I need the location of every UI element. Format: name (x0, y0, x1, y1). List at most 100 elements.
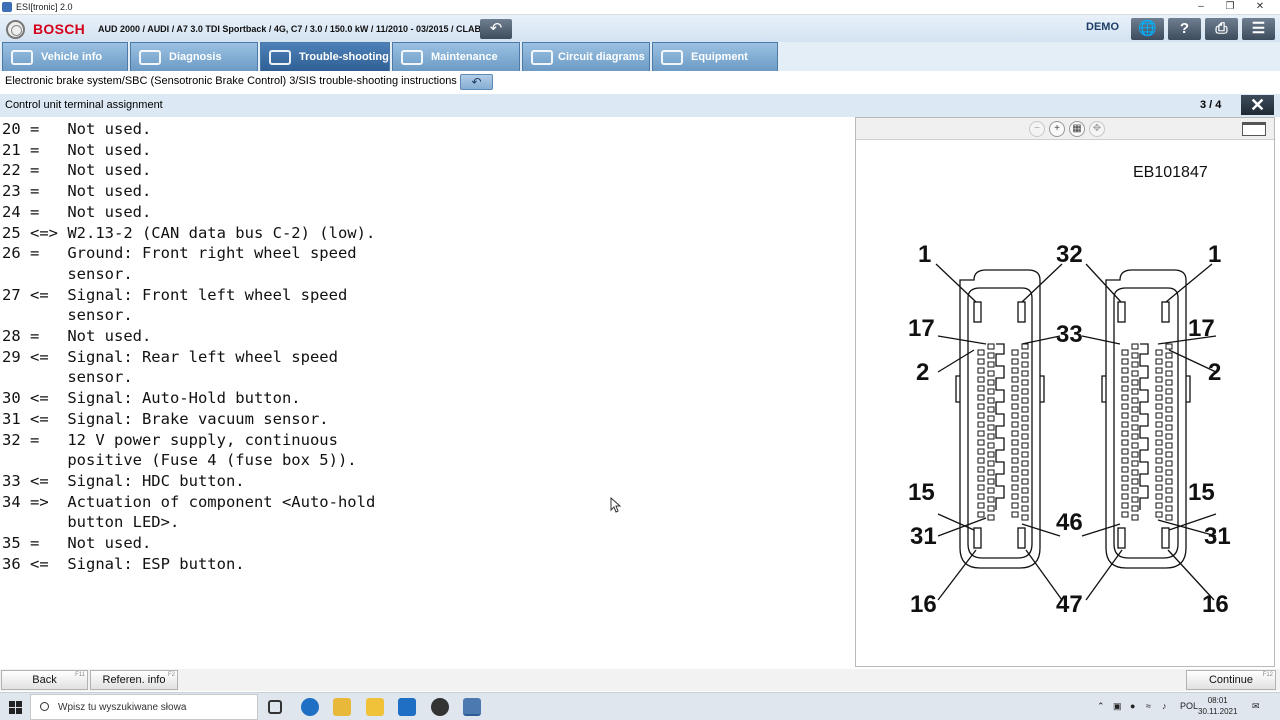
connector-pin (987, 469, 995, 476)
connector-pin (1121, 367, 1129, 374)
tab-equipment[interactable]: Equipment (652, 42, 778, 71)
connector-pin (1165, 451, 1173, 458)
close-window-icon[interactable]: ✕ (1246, 0, 1274, 15)
help-icon[interactable]: ? (1168, 18, 1201, 40)
connector-pin (1155, 376, 1163, 383)
tab-label: Circuit diagrams (558, 51, 645, 63)
pin-label: 16 (1202, 591, 1229, 618)
pan-icon[interactable]: ✥ (1089, 121, 1105, 137)
connector-pinout-diagram: 1 32 1 17 33 17 2 2 15 15 46 31 31 16 47… (908, 241, 1231, 618)
continue-button[interactable]: Continue F12 (1186, 670, 1276, 690)
connector-pin (1165, 496, 1173, 503)
connector-pin (1021, 451, 1029, 458)
connector-pin (1131, 460, 1139, 467)
store-icon[interactable] (366, 698, 384, 716)
reference-info-button[interactable]: Referen. info F2 (90, 670, 178, 690)
connector-pin (977, 376, 985, 383)
connector-pin (1021, 343, 1029, 350)
connector-pin (1021, 388, 1029, 395)
connector-pin (1155, 412, 1163, 419)
tray-chevron-icon[interactable]: ⌃ (1097, 701, 1105, 712)
windows-start-icon[interactable] (9, 701, 22, 714)
connector-pin (1131, 487, 1139, 494)
connector-pin (1155, 430, 1163, 437)
connector-pin (977, 475, 985, 482)
pin-label: 17 (1188, 315, 1215, 342)
connector-pin (1121, 502, 1129, 509)
minimize-icon[interactable]: – (1187, 0, 1215, 15)
taskbar-search-input[interactable]: Wpisz tu wyszukiwane słowa (30, 694, 258, 720)
window-titlebar: ESI[tronic] 2.0 – ❐ ✕ (0, 0, 1280, 15)
tab-vehicle-info[interactable]: Vehicle info (2, 42, 128, 71)
connector-pin (977, 394, 985, 401)
print-icon[interactable]: ⎙ (1205, 18, 1238, 40)
back-key-hint: F11 (75, 672, 85, 678)
windows-taskbar: Wpisz tu wyszukiwane słowa ⌃ ▣ ● ≈ ♪ POL… (0, 692, 1280, 720)
connector-pin (1155, 466, 1163, 473)
text-line: 24 = Not used. (2, 202, 152, 221)
connector-pin (977, 502, 985, 509)
task-view-icon[interactable] (268, 700, 282, 714)
menu-icon[interactable]: ☰ (1242, 18, 1275, 40)
connector-pin (1165, 343, 1173, 350)
connector-pin (977, 484, 985, 491)
connector-pin (1021, 370, 1029, 377)
return-arrow-icon[interactable]: ↶ (480, 19, 512, 39)
tray-mic-icon[interactable]: ● (1130, 701, 1135, 711)
connector-pin (1011, 358, 1019, 365)
connector-pin (1021, 487, 1029, 494)
connector-pin (987, 487, 995, 494)
connector-pin (1121, 466, 1129, 473)
connector-pin (1131, 397, 1139, 404)
zoom-in-icon[interactable]: + (1049, 121, 1065, 137)
breadcrumb-back-icon[interactable]: ↶ (460, 74, 493, 90)
tray-wifi-icon[interactable]: ≈ (1146, 701, 1151, 711)
pin-label: 32 (1056, 241, 1083, 268)
language-indicator[interactable]: POL (1180, 701, 1198, 711)
connector-pin (1011, 394, 1019, 401)
connector-pin (1011, 367, 1019, 374)
taskbar-clock[interactable]: 08:01 30.11.2021 (1198, 695, 1237, 717)
notifications-icon[interactable]: ✉ (1252, 701, 1260, 712)
restore-icon[interactable]: ❐ (1216, 0, 1244, 15)
connector-pin (1121, 439, 1129, 446)
connector-pin (1155, 367, 1163, 374)
connector-pin (1131, 379, 1139, 386)
connector-pin (1011, 376, 1019, 383)
zoom-out-icon[interactable]: − (1029, 121, 1045, 137)
tab-maintenance[interactable]: Maintenance (392, 42, 520, 71)
connector-pin (1021, 424, 1029, 431)
tray-volume-icon[interactable]: ♪ (1162, 701, 1167, 711)
connector-pin (1165, 505, 1173, 512)
tab-trouble-shooting[interactable]: Trouble-shooting (260, 42, 390, 71)
connector-pin (1021, 433, 1029, 440)
connector-pin (1021, 469, 1029, 476)
connector-pin (1021, 415, 1029, 422)
mail-icon[interactable] (398, 698, 416, 716)
text-line: 20 = Not used. (2, 120, 152, 138)
file-explorer-icon[interactable] (333, 698, 351, 716)
connector-pin (987, 514, 995, 521)
connector-pin (977, 511, 985, 518)
esitronic-taskbar-icon[interactable] (463, 698, 481, 716)
text-line: 35 = Not used. (2, 534, 152, 552)
breadcrumb-text: Electronic brake system/SBC (Sensotronic… (5, 75, 457, 87)
back-button[interactable]: Back F11 (1, 670, 88, 690)
app-icon-circle[interactable] (431, 698, 449, 716)
connector-pin (1165, 487, 1173, 494)
pin-label: 2 (916, 359, 929, 386)
globe-icon[interactable]: 🌐 (1131, 18, 1164, 40)
connector-pin (987, 397, 995, 404)
connector-pin (1011, 439, 1019, 446)
reference-info-label: Referen. info (102, 674, 166, 686)
tray-network-icon[interactable]: ▣ (1113, 701, 1122, 712)
close-icon[interactable]: ✕ (1241, 95, 1274, 115)
maximize-figure-icon[interactable] (1242, 122, 1266, 136)
connector-pin (1131, 370, 1139, 377)
tab-circuit-diagrams[interactable]: Circuit diagrams (522, 42, 650, 71)
connector-pin (987, 406, 995, 413)
connector-pin (1131, 361, 1139, 368)
edge-browser-icon[interactable] (301, 698, 319, 716)
zoom-fit-icon[interactable]: ▦ (1069, 121, 1085, 137)
tab-diagnosis[interactable]: Diagnosis (130, 42, 258, 71)
